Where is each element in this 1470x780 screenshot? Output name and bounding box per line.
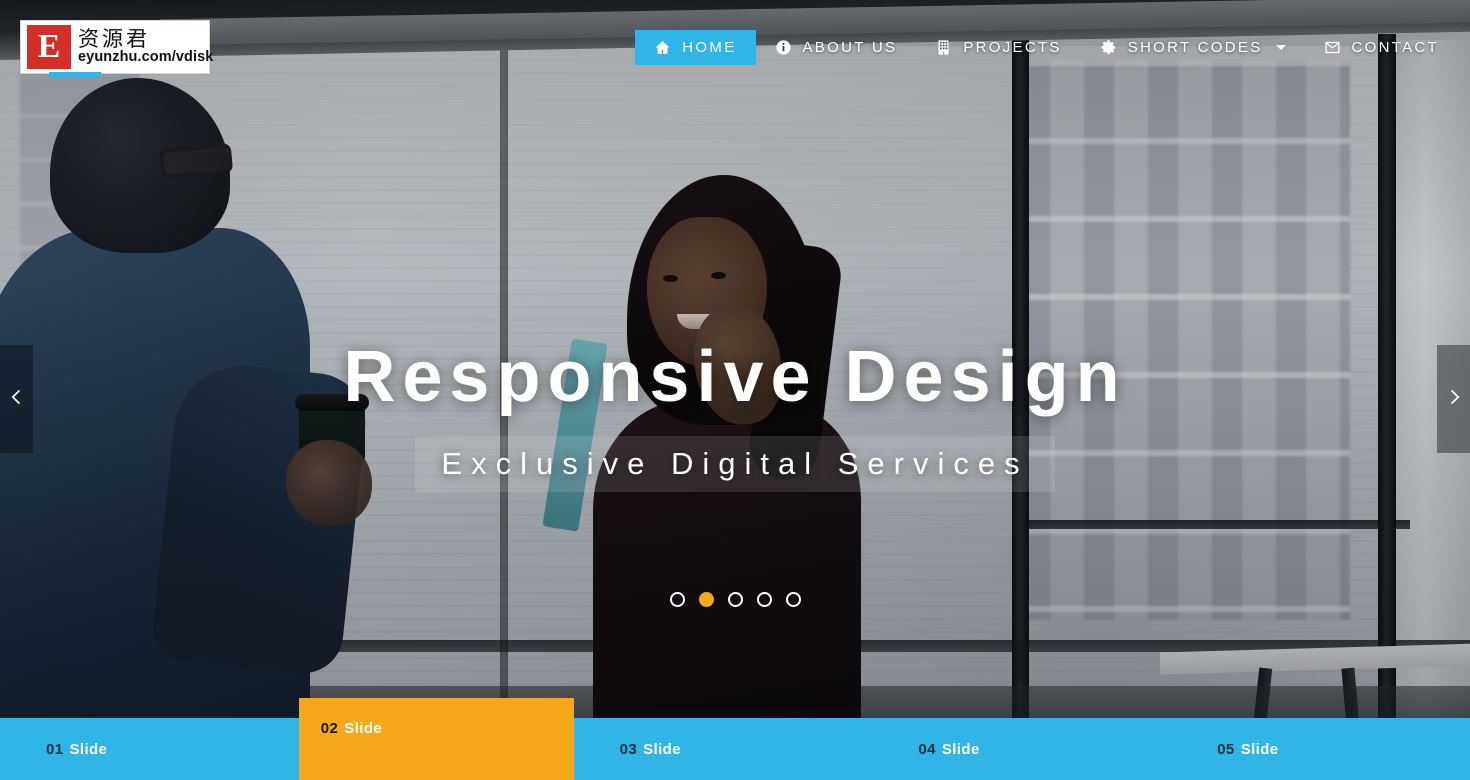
chevron-down-icon [1275, 45, 1286, 50]
site-header: E 资源君 eyunzhu.com/vdisk HOME ABOUT US PR… [0, 0, 1470, 96]
slide-tab-02[interactable]: 02 Slide [298, 698, 574, 780]
home-icon [654, 39, 671, 56]
building-icon [935, 39, 952, 56]
info-icon [775, 39, 792, 56]
slide-tab-03[interactable]: 03 Slide [573, 718, 873, 780]
slide-tab-04[interactable]: 04 Slide [872, 718, 1172, 780]
chevron-left-icon [7, 387, 27, 412]
nav-label-about-us: ABOUT US [802, 39, 898, 56]
main-navigation: HOME ABOUT US PROJECTS SHORT CODES CONTA… [635, 30, 1458, 65]
slide-tabs: 01 Slide 02 Slide 03 Slide 04 Slide 05 S… [0, 698, 1470, 780]
slider-stage: E 资源君 eyunzhu.com/vdisk HOME ABOUT US PR… [0, 0, 1470, 780]
slider-prev-button[interactable] [0, 345, 33, 453]
nav-item-projects[interactable]: PROJECTS [916, 30, 1080, 65]
slider-dot-3[interactable] [727, 592, 743, 607]
logo-text-block: 资源君 eyunzhu.com/vdisk [78, 28, 213, 66]
nav-item-home[interactable]: HOME [635, 30, 756, 65]
slider-dot-5[interactable] [785, 592, 801, 607]
nav-item-contact[interactable]: CONTACT [1305, 30, 1458, 65]
slide-subline-wrap: Exclusive Digital Services [0, 435, 1470, 492]
slide-headline: Responsive Design [343, 337, 1127, 417]
slide-tab-number: 04 [918, 740, 936, 758]
slider-dot-2[interactable] [698, 592, 714, 607]
logo-mark: E [27, 25, 71, 69]
chevron-right-icon [1444, 387, 1464, 412]
slider-dots [0, 592, 1470, 607]
slide-tab-05[interactable]: 05 Slide [1171, 718, 1470, 780]
slider-dot-4[interactable] [756, 592, 772, 607]
nav-label-projects: PROJECTS [963, 39, 1062, 56]
envelope-icon [1324, 39, 1341, 56]
slide-tab-01[interactable]: 01 Slide [0, 718, 299, 780]
nav-label-home: HOME [682, 39, 737, 56]
logo-url: eyunzhu.com/vdisk [78, 49, 214, 66]
slide-tab-label: Slide [1240, 740, 1279, 758]
slide-tab-label: Slide [643, 740, 681, 758]
nav-item-about-us[interactable]: ABOUT US [756, 30, 917, 65]
slide-tab-number: 02 [320, 720, 339, 737]
logo-chinese-name: 资源君 [78, 27, 150, 51]
slide-caption: Responsive Design Exclusive Digital Serv… [0, 337, 1470, 492]
slide-tab-number: 05 [1217, 740, 1235, 758]
slider-next-button[interactable] [1437, 345, 1470, 453]
gear-icon [1100, 39, 1117, 56]
logo-underline-bar [49, 72, 101, 77]
nav-label-short-codes: SHORT CODES [1127, 39, 1263, 56]
site-logo[interactable]: E 资源君 eyunzhu.com/vdisk [20, 20, 213, 77]
slide-subline: Exclusive Digital Services [415, 435, 1055, 492]
slide-tab-label: Slide [941, 740, 980, 758]
slider-dot-1[interactable] [669, 592, 685, 607]
slide-tab-number: 03 [619, 740, 638, 758]
slide-tab-label: Slide [344, 720, 383, 737]
nav-item-short-codes[interactable]: SHORT CODES [1081, 30, 1305, 65]
slide-tab-label: Slide [69, 740, 108, 758]
nav-label-contact: CONTACT [1351, 39, 1439, 56]
slide-tab-number: 01 [46, 740, 64, 758]
